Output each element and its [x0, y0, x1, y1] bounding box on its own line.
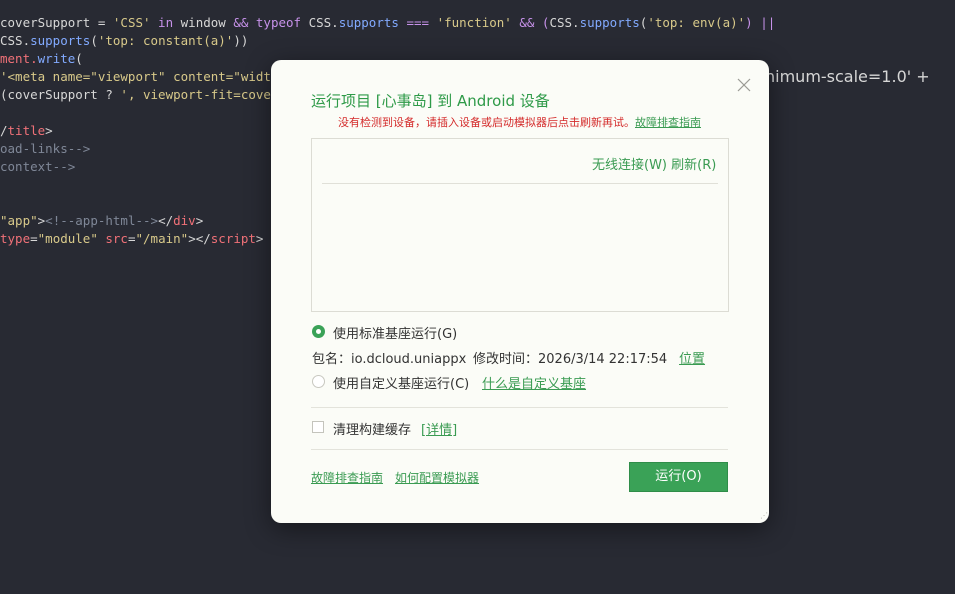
- code-token: window: [180, 15, 234, 30]
- emulator-config-link[interactable]: 如何配置模拟器: [395, 469, 479, 486]
- code-token: 'CSS': [112, 15, 151, 30]
- code-token: /: [0, 123, 8, 138]
- refresh-button[interactable]: 刷新(R): [671, 158, 716, 173]
- code-token: CSS.: [308, 15, 339, 30]
- code-token: "module": [37, 231, 98, 246]
- code-line: coverSupport = 'CSS' in window && typeof…: [0, 14, 775, 32]
- no-device-warning: 没有检测到设备，请插入设备或启动模拟器后点击刷新再试。故障排查指南: [338, 114, 701, 130]
- code-token: type: [0, 231, 31, 246]
- code-token: 'top: env(a)': [647, 15, 746, 30]
- code-token: in: [150, 15, 181, 30]
- code-line: /title>: [0, 122, 53, 140]
- close-button[interactable]: [735, 76, 753, 94]
- code-line: "app"><!--app-html--></div>: [0, 212, 203, 230]
- clear-cache-checkbox[interactable]: [312, 421, 324, 433]
- code-token: CSS.: [549, 15, 580, 30]
- wireless-connect-button[interactable]: 无线连接(W): [592, 158, 667, 173]
- code-token: =: [30, 231, 38, 246]
- code-token: supports: [30, 33, 91, 48]
- code-token: typeof: [255, 15, 309, 30]
- divider: [311, 407, 728, 408]
- code-overflow-text: nimum-scale=1.0' +: [765, 67, 930, 86]
- code-token: "app": [0, 213, 38, 228]
- warning-text: 没有检测到设备，请插入设备或启动模拟器后点击刷新再试。: [338, 116, 635, 129]
- code-line: ment.write(: [0, 50, 83, 68]
- code-token: =: [127, 231, 136, 246]
- code-token: script: [210, 231, 256, 246]
- code-token: )): [233, 33, 249, 48]
- close-icon: [737, 78, 751, 92]
- details-link[interactable]: [详情]: [421, 419, 457, 438]
- warning-troubleshoot-link[interactable]: 故障排查指南: [635, 116, 701, 129]
- code-token: &&: [233, 15, 256, 30]
- code-line: '<meta name="viewport" content="width=d: [0, 68, 294, 86]
- code-token: ===: [398, 15, 437, 30]
- code-token: >: [45, 123, 53, 138]
- device-actions: 无线连接(W) 刷新(R): [592, 154, 716, 173]
- clear-cache-label[interactable]: 清理构建缓存: [333, 419, 411, 438]
- code-token: (: [90, 33, 98, 48]
- code-token: title: [7, 123, 46, 138]
- code-token: coverSupport =: [0, 15, 113, 30]
- standard-base-radio[interactable]: [312, 325, 325, 338]
- run-button[interactable]: 运行(O): [629, 462, 728, 492]
- code-token: context-->: [0, 159, 76, 174]
- location-link[interactable]: 位置: [679, 348, 705, 367]
- code-token: (coverSupport ?: [0, 87, 121, 102]
- code-line: CSS.supports('top: constant(a)')): [0, 32, 248, 50]
- code-token: div: [173, 213, 196, 228]
- custom-base-radio[interactable]: [312, 375, 325, 388]
- code-token: '<meta name="viewport" content="width=d: [0, 69, 294, 84]
- code-token: oad-links-->: [0, 141, 91, 156]
- code-token: supports: [579, 15, 640, 30]
- code-token: (: [75, 51, 83, 66]
- code-line: context-->: [0, 158, 75, 176]
- resize-grip-icon[interactable]: ⋰: [760, 512, 768, 520]
- code-line: (coverSupport ? ', viewport-fit=cover': [0, 86, 286, 104]
- package-name: 包名：io.dcloud.uniappx: [312, 352, 467, 367]
- code-token: ></: [188, 231, 211, 246]
- code-token: src: [97, 231, 128, 246]
- troubleshoot-guide-link[interactable]: 故障排查指南: [311, 469, 383, 486]
- code-token: "/main": [135, 231, 189, 246]
- code-token: <!--app-html-->: [45, 213, 159, 228]
- code-token: >: [255, 231, 264, 246]
- code-token: CSS.: [0, 33, 31, 48]
- modified-time: 修改时间：2026/3/14 22:17:54: [473, 352, 668, 367]
- code-line: oad-links-->: [0, 140, 90, 158]
- code-token: supports: [338, 15, 399, 30]
- device-list-divider: [322, 183, 718, 184]
- code-token: ) ||: [745, 15, 776, 30]
- custom-base-label[interactable]: 使用自定义基座运行(C): [333, 373, 469, 392]
- code-token: ment.: [0, 51, 38, 66]
- code-token: ', viewport-fit=cover': [120, 87, 286, 102]
- code-token: 'function': [436, 15, 512, 30]
- dialog-title: 运行项目 [心事岛] 到 Android 设备: [311, 92, 550, 110]
- divider: [311, 449, 728, 450]
- code-token: 'top: constant(a)': [97, 33, 234, 48]
- code-token: write: [37, 51, 76, 66]
- custom-base-help-link[interactable]: 什么是自定义基座: [482, 373, 586, 392]
- code-token: </: [158, 213, 174, 228]
- code-token: && (: [511, 15, 550, 30]
- code-token: >: [195, 213, 204, 228]
- code-line: type="module" src="/main"></script>: [0, 230, 263, 248]
- standard-base-label[interactable]: 使用标准基座运行(G): [333, 323, 457, 342]
